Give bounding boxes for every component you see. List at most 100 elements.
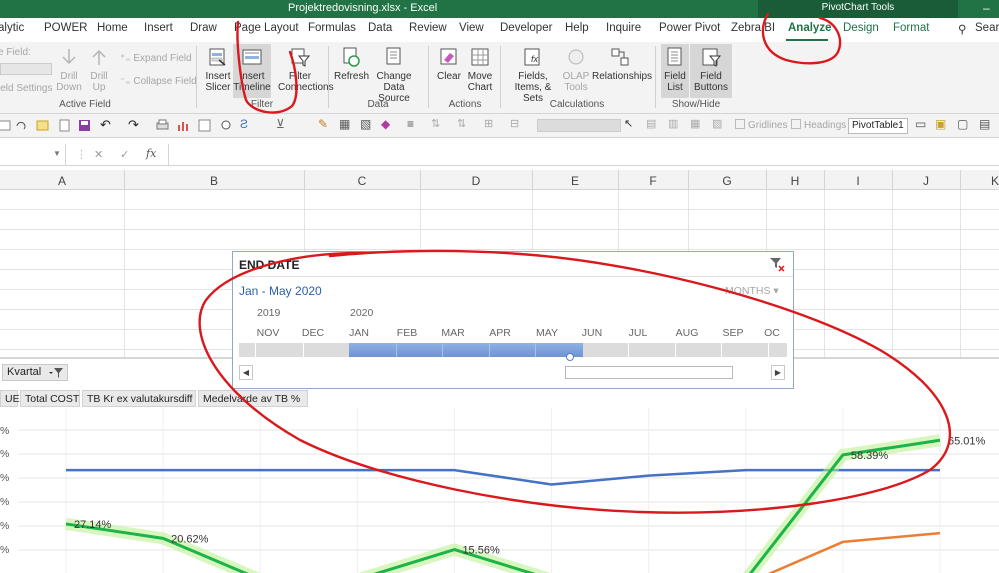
timeline-month[interactable]: JAN [336, 327, 382, 339]
tab-design[interactable]: Design [843, 22, 879, 34]
filter-connections-button[interactable]: Filter Connections [278, 46, 334, 93]
column-header-b[interactable]: B [124, 174, 304, 188]
legend-button-medelvarde-tb[interactable]: Medelvärde av TB % [198, 390, 308, 407]
active-field-input[interactable] [0, 63, 52, 75]
chart-icon[interactable] [176, 119, 189, 132]
timeline-month[interactable]: OC [752, 327, 792, 339]
print-icon[interactable] [156, 119, 169, 132]
relationships-button[interactable]: Relationships [592, 46, 652, 82]
redo-icon[interactable]: ↷ [128, 117, 141, 132]
paint-brush-icon[interactable]: ✎ [318, 117, 331, 131]
pointer-icon[interactable]: ↖ [624, 117, 637, 130]
sigma-icon[interactable]: Ƨ [240, 117, 253, 131]
move-chart-button[interactable]: Move Chart [464, 46, 496, 93]
new-icon[interactable] [36, 119, 49, 132]
tab-inquire[interactable]: Inquire [606, 22, 641, 34]
insert-function-icon[interactable]: fx [146, 147, 156, 160]
formula-input[interactable] [168, 144, 999, 166]
olap-tools-button[interactable]: OLAP Tools [562, 46, 590, 93]
tab-analytic[interactable]: alytic [0, 22, 24, 34]
timeline-month[interactable]: JUN [569, 327, 615, 339]
tab-developer[interactable]: Developer [500, 22, 552, 34]
column-header-i[interactable]: I [824, 174, 892, 188]
column-header-j[interactable]: J [892, 174, 960, 188]
timeline-month[interactable]: AUG [664, 327, 710, 339]
scroll-left-icon[interactable]: ◀ [239, 365, 253, 380]
field-buttons-button[interactable]: Field Buttons [690, 44, 732, 98]
search-label[interactable]: Search [975, 22, 999, 34]
expand-field-button[interactable]: ⁺₌ Expand Field [120, 53, 192, 64]
field-list-button[interactable]: Field List [661, 44, 689, 98]
tab-zebra-bi[interactable]: Zebra BI [731, 22, 775, 34]
window-icon[interactable]: ▭ [915, 117, 928, 131]
column-header-g[interactable]: G [688, 174, 766, 188]
column-header-a[interactable]: A [0, 174, 124, 188]
chevron-down-icon[interactable]: ▼ [53, 149, 61, 158]
timeline-month[interactable]: JUL [615, 327, 661, 339]
ungroup-icon[interactable]: ⊟ [510, 117, 523, 130]
refresh-button[interactable]: Refresh [334, 46, 369, 82]
timeline-month[interactable]: MAR [430, 327, 476, 339]
timeline-scroll-thumb[interactable] [565, 366, 733, 379]
column-icon[interactable]: ▦ [690, 117, 703, 130]
folder-icon[interactable]: ▣ [935, 117, 948, 131]
print-preview-icon[interactable] [220, 119, 233, 132]
tab-draw[interactable]: Draw [190, 22, 217, 34]
legend-button-ue[interactable]: UE [0, 390, 20, 407]
timeline-selection-handle[interactable] [566, 353, 574, 361]
tab-power-pivot[interactable]: Power Pivot [659, 22, 720, 34]
camera-icon[interactable]: ▢ [957, 117, 970, 131]
tab-format[interactable]: Format [893, 22, 929, 34]
name-box[interactable]: ▼ [0, 144, 66, 166]
drill-up-button[interactable]: Drill Up [86, 46, 112, 93]
tab-data[interactable]: Data [368, 22, 392, 34]
scroll-right-icon[interactable]: ▶ [771, 365, 785, 380]
eraser-icon[interactable]: ◆ [381, 117, 394, 131]
timeline-level-dropdown[interactable]: MONTHS ▾ [725, 285, 779, 297]
tab-analyze[interactable]: Analyze [788, 22, 831, 34]
clear-button[interactable]: Clear [434, 46, 464, 82]
column-header-f[interactable]: F [618, 174, 688, 188]
pivot-line-chart[interactable]: 27.14% 20.62% 15.56% 58.39% 65.01% [0, 408, 999, 573]
field-settings-button[interactable]: ield Settings [0, 83, 52, 94]
timeline-month[interactable]: APR [477, 327, 523, 339]
headings-checkbox[interactable]: Headings [791, 119, 846, 131]
save-icon[interactable] [78, 119, 91, 132]
change-data-source-button[interactable]: Change Data Source [368, 46, 420, 104]
column-header-c[interactable]: C [304, 174, 420, 188]
tab-insert[interactable]: Insert [144, 22, 173, 34]
kvartal-filter-button[interactable]: Kvartal [2, 364, 68, 381]
print-area-icon[interactable]: ▤ [979, 117, 992, 131]
row-icon[interactable]: ▥ [668, 117, 681, 130]
tab-help[interactable]: Help [565, 22, 589, 34]
tab-review[interactable]: Review [409, 22, 447, 34]
insert-slicer-button[interactable]: Insert Slicer [203, 46, 233, 93]
tab-view[interactable]: View [459, 22, 484, 34]
sort-asc-icon[interactable]: ⇅ [431, 117, 444, 130]
timeline-month[interactable]: FEB [384, 327, 430, 339]
format-painter-icon[interactable] [0, 119, 11, 132]
timeline-slicer[interactable]: END DATE Jan - May 2020 MONTHS ▾ 2019 20… [232, 251, 794, 389]
tab-power[interactable]: POWER [44, 22, 87, 34]
cancel-icon[interactable]: ✕ [94, 148, 103, 161]
cell-icon[interactable]: ▧ [712, 117, 725, 130]
tab-page-layout[interactable]: Page Layout [234, 22, 299, 34]
filter-icon[interactable]: ⊻ [276, 117, 289, 131]
sort-icon[interactable] [198, 119, 211, 132]
style-field[interactable] [537, 119, 621, 132]
align-icon[interactable]: ≡ [407, 117, 420, 131]
drill-down-button[interactable]: Drill Down [56, 46, 82, 93]
group-icon[interactable]: ⊞ [484, 117, 497, 130]
borders-icon[interactable]: ▦ [339, 117, 352, 131]
timeline-month[interactable]: NOV [245, 327, 291, 339]
column-header-d[interactable]: D [420, 174, 532, 188]
column-header-k[interactable]: K [960, 174, 999, 188]
insert-timeline-button[interactable]: Insert Timeline [233, 44, 271, 98]
timeline-month[interactable]: SEP [710, 327, 756, 339]
enter-icon[interactable]: ✓ [120, 148, 129, 161]
timeline-month[interactable]: MAY [524, 327, 570, 339]
column-header-e[interactable]: E [532, 174, 618, 188]
undo-history-icon[interactable] [14, 119, 27, 132]
minimize-icon[interactable]: – [983, 1, 990, 15]
search-icon[interactable]: ⚲ [958, 22, 966, 36]
